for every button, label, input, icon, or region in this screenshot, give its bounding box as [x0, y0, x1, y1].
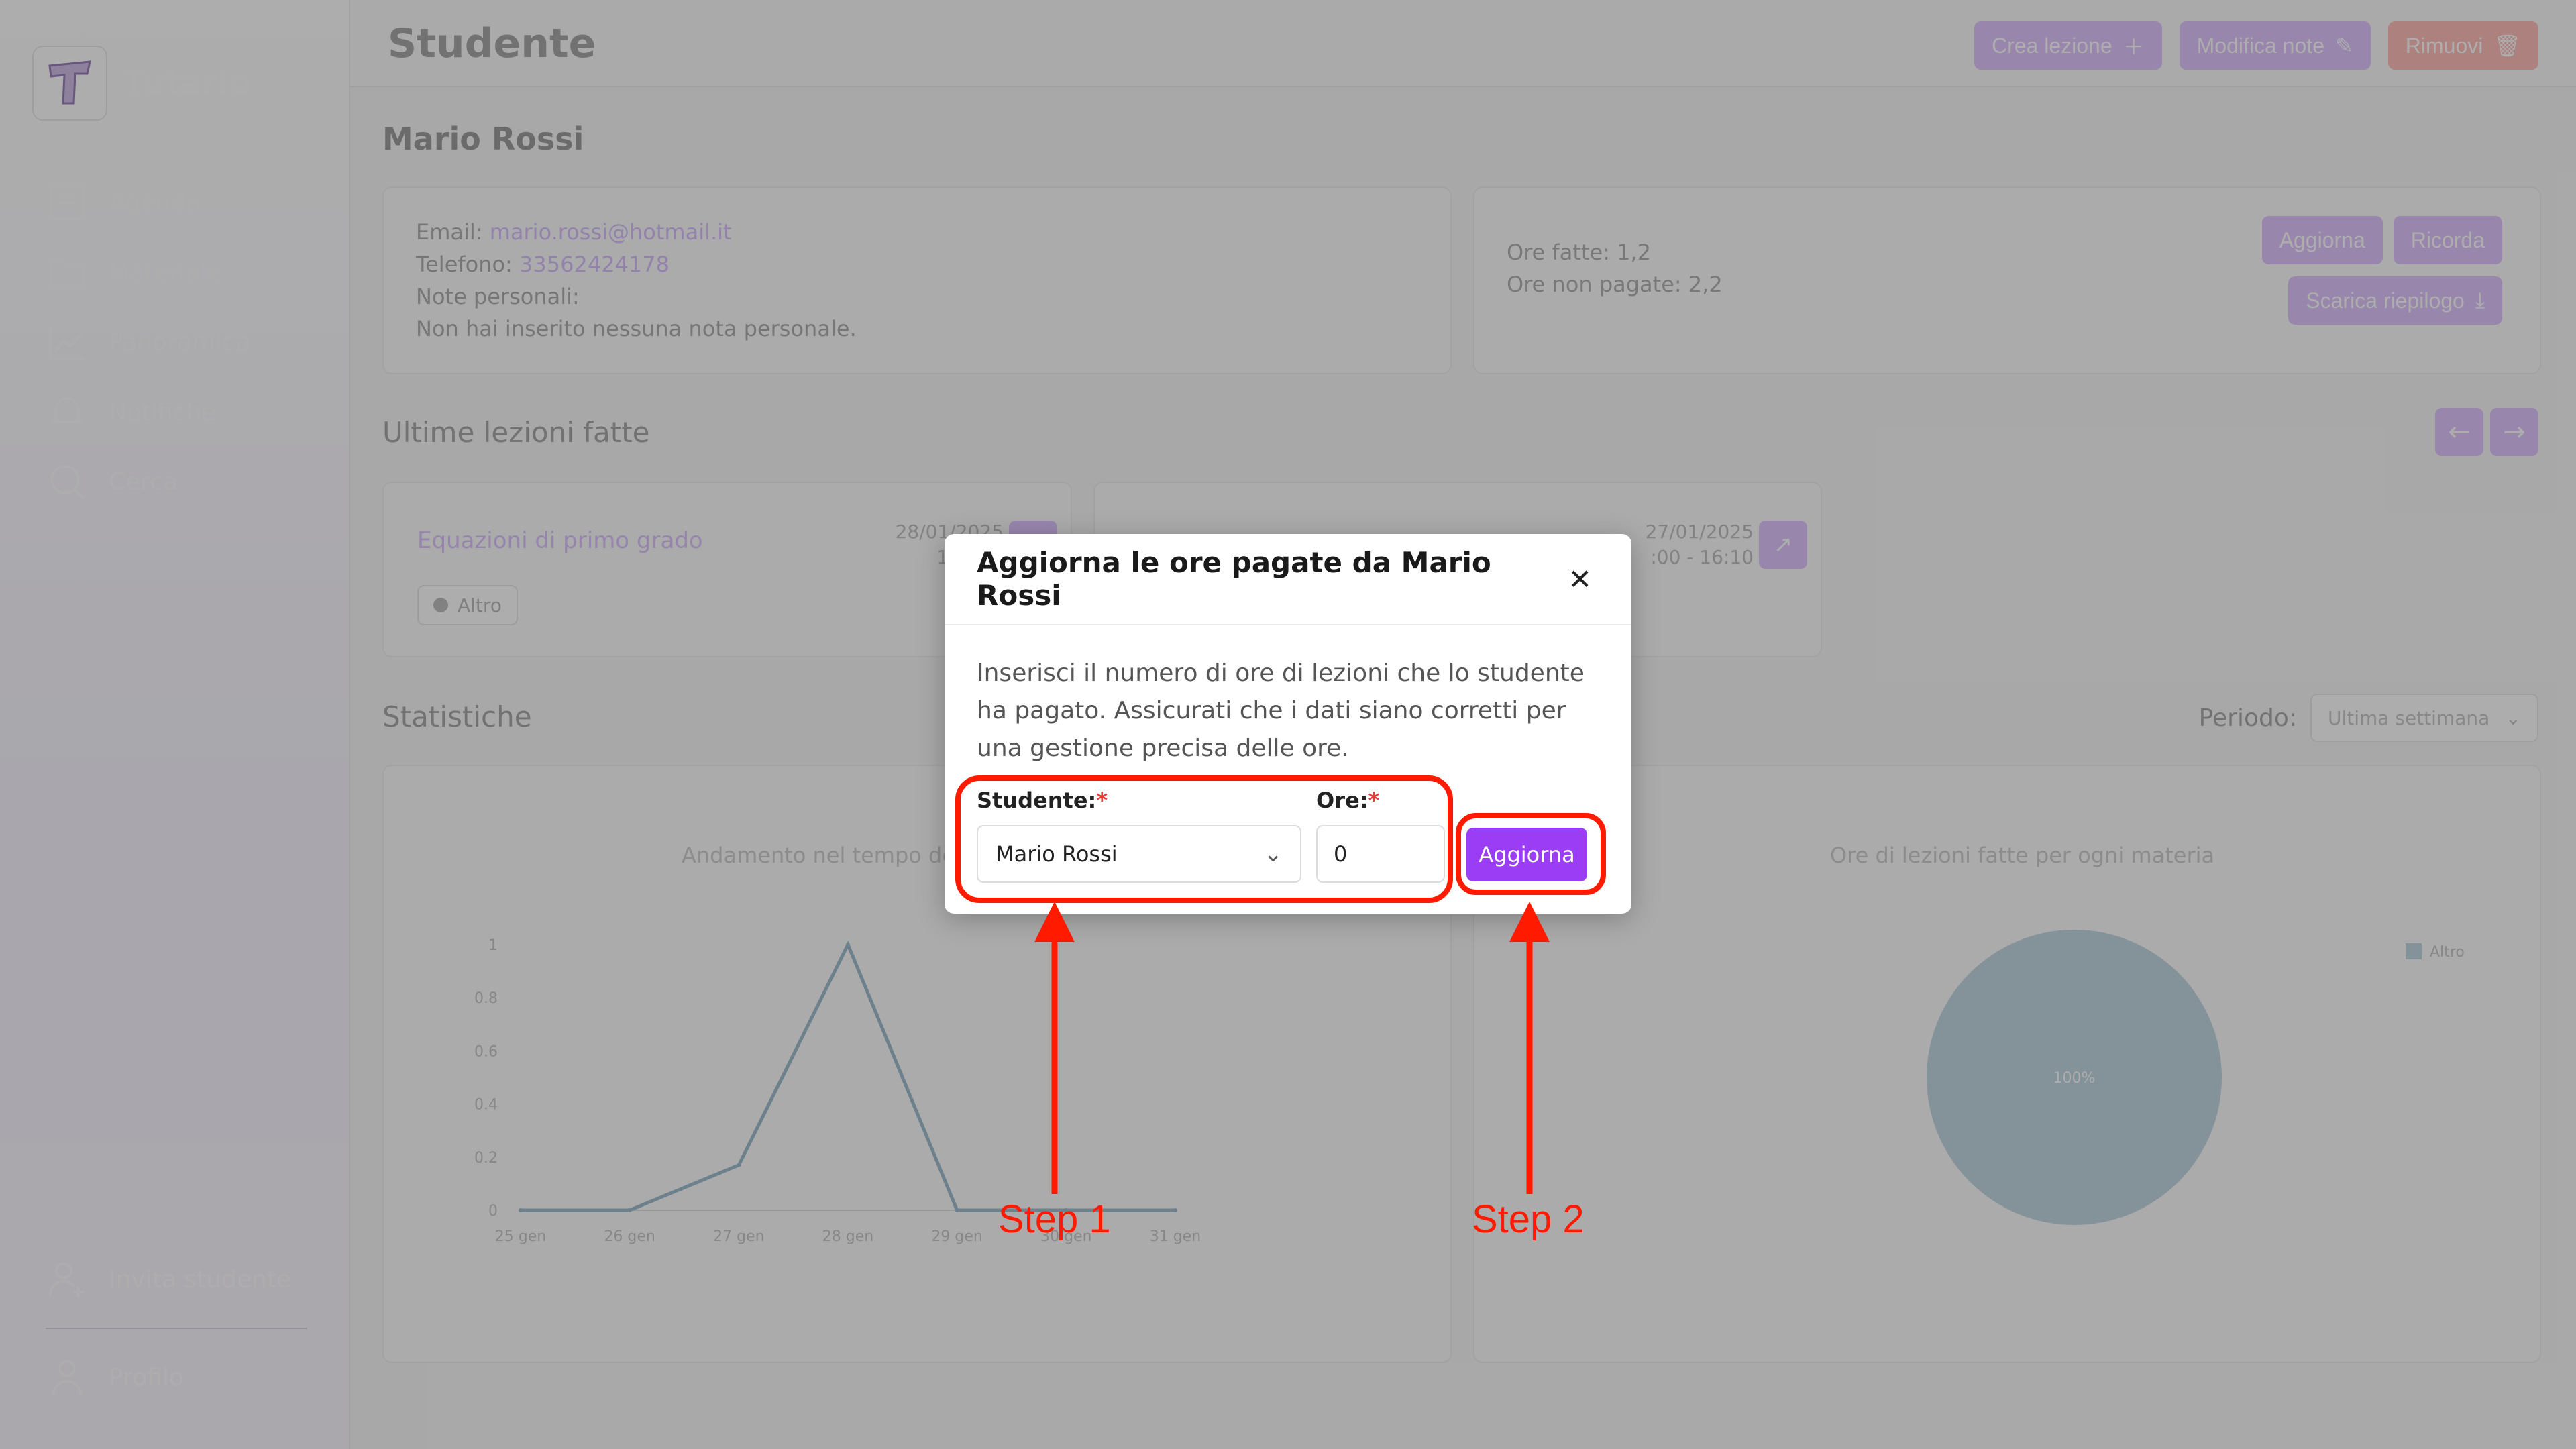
modal-header: Aggiorna le ore pagate da Mario Rossi ✕ — [945, 534, 1631, 625]
close-icon[interactable]: ✕ — [1560, 559, 1599, 599]
step1-highlight — [955, 775, 1453, 903]
step2-highlight — [1456, 813, 1606, 895]
modal-title: Aggiorna le ore pagate da Mario Rossi — [977, 546, 1491, 612]
step2-label: Step 2 — [1472, 1197, 1585, 1241]
modal-description: Inserisci il numero di ore di lezioni ch… — [977, 659, 1585, 762]
step1-label: Step 1 — [998, 1197, 1111, 1241]
